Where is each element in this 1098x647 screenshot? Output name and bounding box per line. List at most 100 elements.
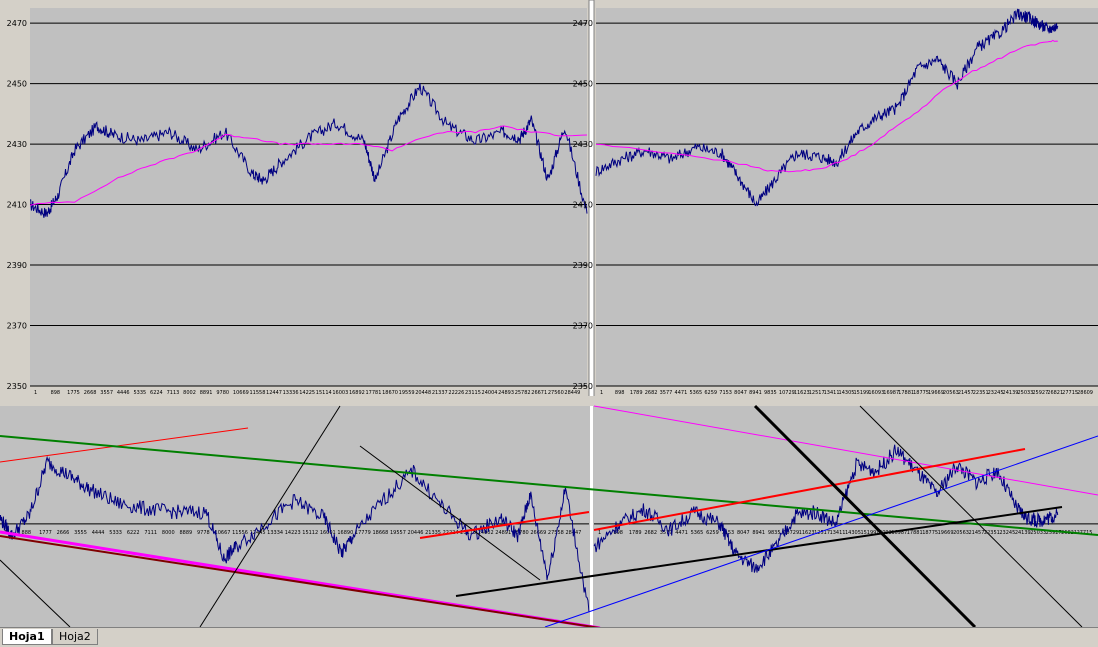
x-tick-label: 15114 (316, 390, 332, 396)
x-tick-label: 20563 (953, 530, 969, 536)
x-tick-label: 21337 (432, 390, 448, 396)
chart-workspace: 2470 2450 2430 2410 2390 2370 2350 1 898 1775 2668… (0, 0, 1098, 627)
x-tick-label: 2666 (57, 530, 70, 536)
x-tick-label: 19557 (390, 530, 406, 536)
x-tick-label: 13336 (283, 390, 299, 396)
x-tick-label: 14305 (845, 530, 861, 536)
x-tick-label: 28609 (1077, 390, 1093, 396)
x-tick-label: 18670 (382, 390, 398, 396)
x-tick-label: 22226 (448, 390, 464, 396)
sheet-tab-hoja1[interactable]: Hoja1 (2, 629, 52, 645)
x-tick-label: 12447 (266, 390, 282, 396)
plot-area (30, 8, 587, 386)
x-tick-label: 15199 (853, 390, 869, 396)
x-tick-label: 25033 (1017, 390, 1033, 396)
x-tick-label: 18775 (922, 530, 938, 536)
x-tick-label: 8047 (734, 390, 747, 396)
y-tick-label: 2470 (573, 19, 593, 28)
y-tick-label: 2410 (573, 201, 593, 210)
x-tick-label: 1775 (67, 390, 80, 396)
x-tick-label: 1789 (630, 390, 643, 396)
x-tick-label: 10667 (215, 530, 231, 536)
x-tick-label: 20563 (943, 390, 959, 396)
sheet-tab-hoja2[interactable]: Hoja2 (52, 629, 98, 645)
x-tick-label: 20446 (408, 530, 424, 536)
y-tick-label: 2430 (7, 140, 27, 149)
y-tick-label: 2410 (7, 201, 27, 210)
plot-area (596, 8, 1098, 386)
x-tick-label: 7113 (167, 390, 180, 396)
x-tick-label: 14225 (299, 390, 315, 396)
chart-top-left: 2470 2450 2430 2410 2390 2370 2350 1 898 1775 2668… (7, 8, 588, 396)
x-tick-label: 1789 (629, 530, 642, 536)
y-tick-label: 2350 (7, 382, 27, 391)
y-tick-label: 2350 (573, 382, 593, 391)
x-tick-label: 4471 (675, 530, 688, 536)
x-tick-label: 21457 (958, 390, 974, 396)
x-tick-label: 11623 (794, 390, 810, 396)
x-tick-label: 4446 (117, 390, 130, 396)
x-tick-label: 3557 (100, 390, 113, 396)
x-tick-label: 17781 (366, 390, 382, 396)
x-tick-label: 2668 (84, 390, 97, 396)
x-tick-label: 6259 (706, 530, 719, 536)
x-tick-label: 16892 (349, 390, 365, 396)
x-tick-label: 17881 (898, 390, 914, 396)
x-tick-label: 21457 (969, 530, 985, 536)
x-tick-label: 24893 (498, 390, 514, 396)
x-tick-label: 16093 (868, 390, 884, 396)
x-tick-label: 14305 (839, 390, 855, 396)
x-tick-label: 26821 (1047, 390, 1063, 396)
chart-top-right: 24702450243024102390237023501 898 1789 2682… (573, 8, 1098, 396)
x-tick-label: 9780 (216, 390, 229, 396)
x-tick-label: 20448 (415, 390, 431, 396)
x-tick-label: 8047 (737, 530, 750, 536)
x-tick-label: 6222 (127, 530, 140, 536)
sheet-tab-bar: Hoja1 Hoja2 (0, 627, 1098, 647)
x-tick-label: 4444 (92, 530, 105, 536)
x-tick-label: 24004 (482, 390, 498, 396)
x-tick-label: 24139 (1015, 530, 1031, 536)
x-tick-label: 23115 (465, 390, 481, 396)
x-tick-label: 16890 (337, 530, 353, 536)
x-tick-label: 1 (34, 390, 37, 396)
y-tick-label: 2390 (573, 261, 593, 270)
x-tick-label: 7111 (144, 530, 157, 536)
x-tick-label: 2682 (644, 530, 657, 536)
x-tick-label: 17881 (907, 530, 923, 536)
x-tick-label: 9835 (768, 530, 781, 536)
x-tick-label: 5365 (689, 390, 702, 396)
x-tick-label: 19669 (928, 390, 944, 396)
x-tick-label: 8891 (200, 390, 213, 396)
x-tick-label: 23245 (988, 390, 1004, 396)
x-tick-label: 17779 (355, 530, 371, 536)
y-tick-label: 2450 (7, 80, 27, 89)
x-tick-label: 13411 (824, 390, 840, 396)
x-tick-label: 27560 (548, 390, 564, 396)
y-tick-label: 2430 (573, 140, 593, 149)
x-tick-label: 1 (598, 530, 601, 536)
x-tick-label: 8002 (183, 390, 196, 396)
x-tick-label: 16987 (883, 390, 899, 396)
x-tick-label: 5365 (691, 530, 704, 536)
x-tick-label: 5335 (133, 390, 146, 396)
x-tick-label: 1 (600, 390, 603, 396)
x-tick-label: 8889 (179, 530, 192, 536)
y-tick-label: 2370 (573, 322, 593, 331)
x-tick-label: 8941 (752, 530, 765, 536)
x-tick-label: 25782 (515, 390, 531, 396)
x-tick-label: 14223 (285, 530, 301, 536)
x-tick-label: 3577 (660, 530, 673, 536)
x-tick-label: 22351 (973, 390, 989, 396)
x-tick-label: 3555 (74, 530, 87, 536)
x-tick-label: 2682 (645, 390, 658, 396)
x-tick-label: 9778 (197, 530, 210, 536)
x-tick-label: 9835 (764, 390, 777, 396)
x-tick-label: 16003 (332, 390, 348, 396)
y-tick-label: 2470 (7, 19, 27, 28)
y-tick-label: 2390 (7, 261, 27, 270)
x-tick-label: 18775 (913, 390, 929, 396)
x-tick-label: 898 (51, 390, 61, 396)
x-tick-label: 24139 (1003, 390, 1019, 396)
x-tick-label: 11556 (232, 530, 248, 536)
